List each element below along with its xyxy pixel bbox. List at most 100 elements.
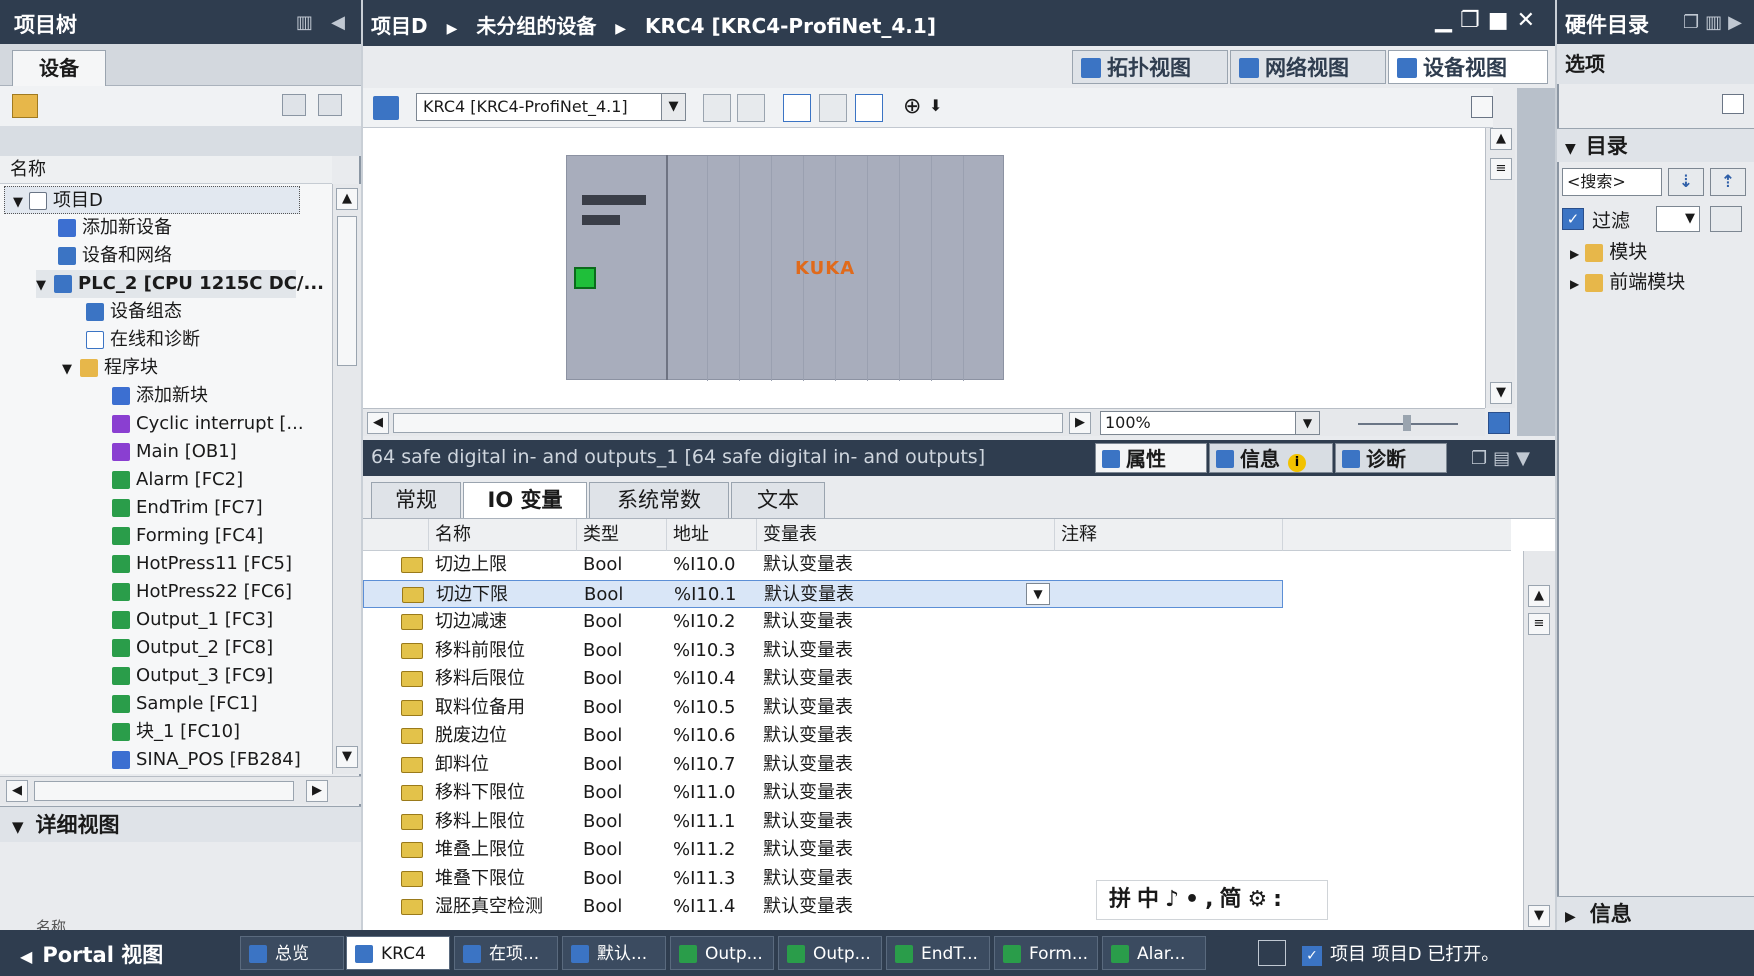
status-tool-icon[interactable] (1258, 940, 1286, 966)
cell-address[interactable]: %I10.6 (673, 722, 736, 750)
tab-topology-view[interactable]: 拓扑视图 (1072, 50, 1228, 84)
catalog-item-frontend-modules[interactable]: ▶ 前端模块 (1570, 268, 1685, 298)
tree-vertical-scrollbar[interactable]: ▲ ▼ (332, 184, 361, 774)
cell-name[interactable]: 切边下限 (430, 581, 508, 609)
cell-name[interactable]: 堆叠上限位 (429, 836, 525, 864)
cell-tag-table[interactable]: 默认变量表 (763, 893, 853, 921)
cell-name[interactable]: 切边上限 (429, 551, 507, 579)
tab-properties[interactable]: 属性 (1095, 443, 1207, 473)
breadcrumb-item[interactable]: 项目D (371, 14, 428, 38)
expand-arrow-icon[interactable]: ▼ (13, 195, 23, 210)
scroll-right-icon[interactable]: ▶ (1069, 412, 1091, 434)
tree-item-add-block[interactable]: 添加新块 (112, 382, 208, 410)
cell-tag-table[interactable]: 默认变量表 (763, 551, 853, 579)
scroll-right-icon[interactable]: ▶ (306, 780, 328, 802)
tree-item-block[interactable]: Output_3 [FC9] (112, 662, 273, 690)
cell-address[interactable]: %I11.0 (673, 779, 736, 807)
tree-item-project[interactable]: ▼ 项目D (4, 186, 300, 214)
fit-view-icon[interactable] (1488, 412, 1510, 434)
cell-address[interactable]: %I11.3 (673, 865, 736, 893)
tree-item-block[interactable]: Output_1 [FC3] (112, 606, 273, 634)
tree-item-devices-networks[interactable]: 设备和网络 (58, 242, 172, 270)
cell-name[interactable]: 取料位备用 (429, 694, 525, 722)
tree-item-block[interactable]: Main [OB1] (112, 438, 237, 466)
tree-item-block[interactable]: HotPress22 [FC6] (112, 578, 292, 606)
collapse-arrow-icon[interactable]: ▼ (12, 818, 24, 836)
table-row[interactable]: 移料上限位 Bool %I11.1 默认变量表 (363, 808, 1283, 837)
cell-address[interactable]: %I10.2 (673, 608, 736, 636)
scroll-down-icon[interactable]: ▼ (1528, 905, 1550, 927)
side-collapse-strip[interactable] (1517, 88, 1555, 436)
overview-icon[interactable] (1471, 96, 1493, 118)
cell-type[interactable]: Bool (583, 665, 622, 693)
cell-type[interactable]: Bool (583, 865, 622, 893)
catalog-item-modules[interactable]: ▶ 模块 (1570, 238, 1685, 268)
table-row[interactable]: 切边下限 Bool %I10.1 默认变量表 ▼ (363, 579, 1283, 609)
task-alarm[interactable]: Alar... (1102, 936, 1206, 970)
expand-arrow-icon[interactable]: ▼ (36, 278, 46, 293)
grid-icon[interactable] (819, 94, 847, 122)
table-vertical-scrollbar[interactable]: ▲ ≡ ▼ (1523, 551, 1555, 931)
tree-item-block[interactable]: SINA_POS [FB284] (112, 746, 301, 774)
scroll-thumb[interactable] (393, 413, 1063, 433)
table-row[interactable]: 切边减速 Bool %I10.2 默认变量表 (363, 608, 1283, 637)
tab-io-tags[interactable]: IO 变量 (463, 482, 587, 518)
canvas-horizontal-scrollbar[interactable]: ◀ ▶ 100% ▼ (363, 408, 1510, 436)
cell-tag-table[interactable]: 默认变量表 (764, 581, 854, 609)
tree-item-block[interactable]: Sample [FC1] (112, 690, 258, 718)
task-forming[interactable]: Form... (994, 936, 1098, 970)
cell-type[interactable]: Bool (583, 836, 622, 864)
table-header-comment[interactable]: 注释 (1055, 519, 1283, 551)
cell-tag-table[interactable]: 默认变量表 (763, 865, 853, 893)
port-icon[interactable] (574, 267, 596, 289)
cell-type[interactable]: Bool (583, 551, 622, 579)
cell-tag-table[interactable]: 默认变量表 (763, 694, 853, 722)
swap-icon[interactable] (703, 94, 731, 122)
tree-item-block[interactable]: Alarm [FC2] (112, 466, 243, 494)
cell-name[interactable]: 湿胚真空检测 (429, 893, 543, 921)
collapse-panel-icon[interactable]: ▥ ◀ (296, 12, 351, 33)
tree-item-block[interactable]: HotPress11 [FC5] (112, 550, 292, 578)
task-endtrim[interactable]: EndT... (886, 936, 990, 970)
cell-address[interactable]: %I11.4 (673, 893, 736, 921)
chevron-down-icon[interactable]: ▼ (661, 94, 685, 120)
cell-tag-table[interactable]: 默认变量表 (763, 722, 853, 750)
cell-type[interactable]: Bool (583, 608, 622, 636)
canvas-vertical-scrollbar[interactable]: ▲ ≡ ▼ (1485, 128, 1515, 408)
cell-address[interactable]: %I11.2 (673, 836, 736, 864)
cell-type[interactable]: Bool (583, 751, 622, 779)
zoom-slider-thumb[interactable] (1403, 415, 1411, 431)
cell-address[interactable]: %I11.1 (673, 808, 736, 836)
restore-icon[interactable]: ❐ (1460, 8, 1488, 33)
scroll-down-icon[interactable]: ▼ (1490, 382, 1512, 404)
cell-tag-table[interactable]: 默认变量表 (763, 637, 853, 665)
tree-item-block[interactable]: Forming [FC4] (112, 522, 263, 550)
task-output[interactable]: Outp... (778, 936, 882, 970)
columns-icon[interactable] (855, 94, 883, 122)
zoom-in-icon[interactable]: ⊕ (903, 94, 921, 119)
tab-texts[interactable]: 文本 (731, 482, 825, 518)
breadcrumb-item[interactable]: KRC4 [KRC4-ProfiNet_4.1] (645, 14, 936, 38)
tab-system-constants[interactable]: 系统常数 (589, 482, 729, 518)
cell-tag-table[interactable]: 默认变量表 (763, 608, 853, 636)
catalog-search-input[interactable]: <搜索> (1562, 168, 1662, 196)
cell-name[interactable]: 移料后限位 (429, 665, 525, 693)
tab-general[interactable]: 常规 (371, 482, 461, 518)
cell-name[interactable]: 切边减速 (429, 608, 507, 636)
scroll-thumb[interactable]: ≡ (1528, 613, 1550, 635)
cell-type[interactable]: Bool (583, 722, 622, 750)
chevron-down-icon[interactable]: ▼ (1026, 582, 1050, 605)
add-device-tool-icon[interactable] (12, 94, 38, 118)
cell-address[interactable]: %I10.5 (673, 694, 736, 722)
cell-name[interactable]: 移料上限位 (429, 808, 525, 836)
cell-tag-table[interactable]: 默认变量表 (763, 779, 853, 807)
maximize-icon[interactable]: ■ (1488, 8, 1517, 33)
table-row[interactable]: 移料下限位 Bool %I11.0 默认变量表 (363, 779, 1283, 808)
table-row[interactable]: 堆叠上限位 Bool %I11.2 默认变量表 (363, 836, 1283, 865)
filter-select[interactable]: ▼ (1656, 206, 1700, 232)
table-header-address[interactable]: 地址 (667, 519, 757, 551)
task-output[interactable]: Outp... (670, 936, 774, 970)
table-header-name[interactable]: 名称 (429, 519, 577, 551)
tree-horizontal-scrollbar[interactable]: ◀ ▶ (0, 776, 361, 804)
cell-address[interactable]: %I10.1 (674, 581, 737, 609)
